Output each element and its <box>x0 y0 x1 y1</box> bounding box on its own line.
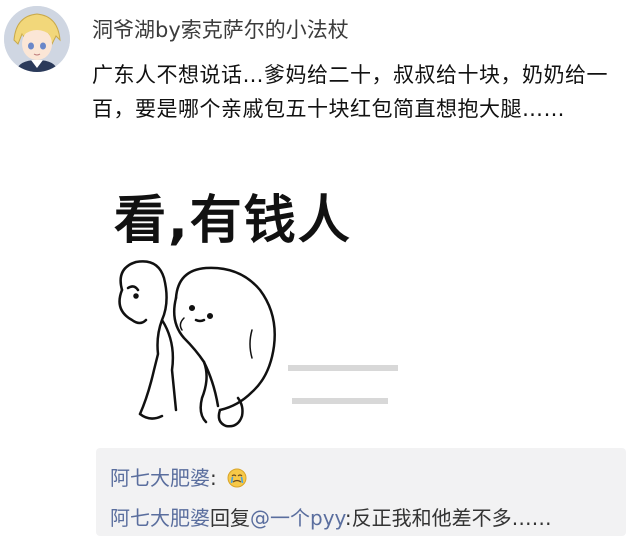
avatar[interactable] <box>4 6 70 72</box>
reply-text: 反正我和他差不多…… <box>351 506 552 530</box>
avatar-image <box>4 6 70 72</box>
reply-author[interactable]: 阿七大肥婆 <box>110 466 210 490</box>
replies-box: 阿七大肥婆: 阿七大肥婆回复@一个pyy:反正我和他差不多…… <box>96 448 626 536</box>
username[interactable]: 洞爷湖by索克萨尔的小法杖 <box>92 14 349 44</box>
reply-author[interactable]: 阿七大肥婆 <box>110 506 210 530</box>
comment-text: 广东人不想说话…爹妈给二十，叔叔给十块，奶奶给一百，要是哪个亲戚包五十块红包简直… <box>92 63 608 121</box>
reply-verb: 回复 <box>210 506 250 530</box>
reply-mention[interactable]: @一个pyy <box>250 506 345 530</box>
meme-image[interactable]: 看,有钱人 <box>92 170 422 440</box>
reply-item: 阿七大肥婆: <box>110 462 247 491</box>
meme-drawing <box>118 260 398 428</box>
reply-separator: : <box>344 506 352 530</box>
reply-item: 阿七大肥婆回复@一个pyy:反正我和他差不多…… <box>110 502 552 531</box>
crying-face-icon <box>227 468 247 488</box>
reply-separator: : <box>210 466 217 490</box>
